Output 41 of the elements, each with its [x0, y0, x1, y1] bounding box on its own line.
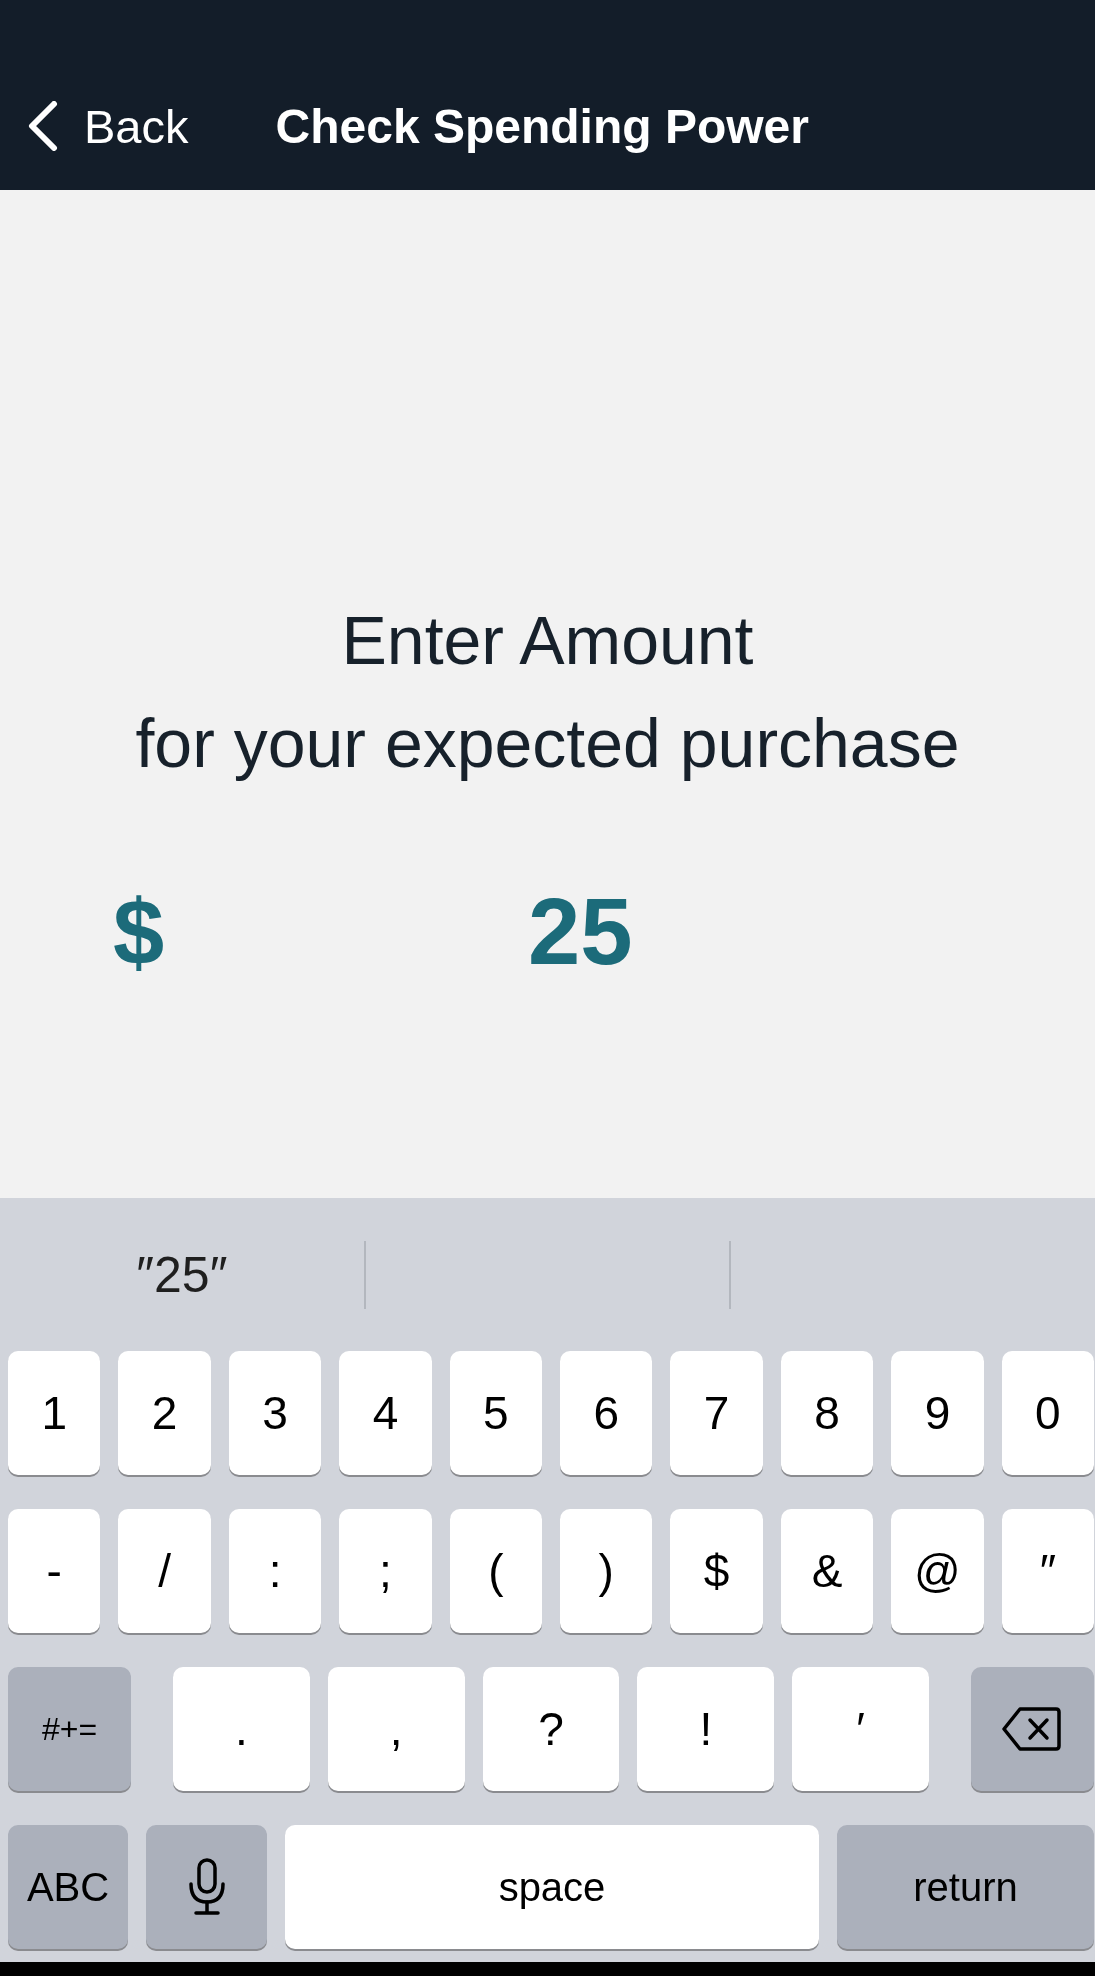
- back-button[interactable]: Back: [0, 98, 193, 154]
- prompt-subheading: for your expected purchase: [135, 704, 960, 783]
- backspace-icon: [1002, 1706, 1063, 1752]
- keyboard-key[interactable]: .: [173, 1667, 310, 1791]
- keyboard-key[interactable]: /: [118, 1509, 211, 1633]
- keyboard-key[interactable]: ,: [327, 1667, 465, 1791]
- dictation-key[interactable]: [146, 1825, 267, 1949]
- keyboard-key[interactable]: 7: [670, 1351, 763, 1475]
- keyboard-key[interactable]: 9: [891, 1351, 984, 1475]
- mode-switch-key[interactable]: #+=: [8, 1667, 131, 1791]
- keyboard-key[interactable]: &: [780, 1509, 874, 1633]
- keyboard-key[interactable]: 2: [118, 1351, 211, 1475]
- keyboard-key[interactable]: :: [228, 1509, 322, 1633]
- microphone-icon: [186, 1858, 227, 1916]
- space-key[interactable]: space: [285, 1825, 819, 1949]
- chevron-left-icon: [28, 101, 58, 151]
- keyboard-key[interactable]: !: [637, 1667, 775, 1791]
- return-key[interactable]: return: [837, 1825, 1094, 1949]
- mode-switch-key[interactable]: ABC: [8, 1825, 128, 1949]
- keyboard-key[interactable]: -: [8, 1509, 101, 1633]
- keyboard-key[interactable]: (: [449, 1509, 543, 1633]
- keyboard-key[interactable]: 1: [8, 1351, 101, 1475]
- keyboard-key[interactable]: 0: [1001, 1351, 1095, 1475]
- keyboard-key[interactable]: 6: [560, 1351, 653, 1475]
- currency-symbol: $: [113, 880, 165, 985]
- keyboard-key[interactable]: 4: [339, 1351, 432, 1475]
- delete-key[interactable]: [971, 1667, 1094, 1791]
- keyboard-key[interactable]: @: [891, 1509, 984, 1633]
- prompt-heading: Enter Amount: [341, 601, 754, 680]
- screen-title: Check Spending Power: [275, 98, 809, 154]
- keyboard-key[interactable]: 3: [228, 1351, 322, 1475]
- keyboard-key[interactable]: $: [670, 1509, 763, 1633]
- keyboard-key[interactable]: ): [560, 1509, 653, 1633]
- keyboard-key[interactable]: ′: [792, 1667, 929, 1791]
- amount-input[interactable]: 25: [164, 877, 997, 987]
- keyboard-key[interactable]: 5: [449, 1351, 543, 1475]
- keyboard-key[interactable]: ″: [1001, 1509, 1095, 1633]
- suggestion[interactable]: ″25″: [136, 1245, 228, 1304]
- keyboard-key[interactable]: 8: [780, 1351, 874, 1475]
- keyboard-key[interactable]: ;: [339, 1509, 432, 1633]
- keyboard-key[interactable]: ?: [482, 1667, 620, 1791]
